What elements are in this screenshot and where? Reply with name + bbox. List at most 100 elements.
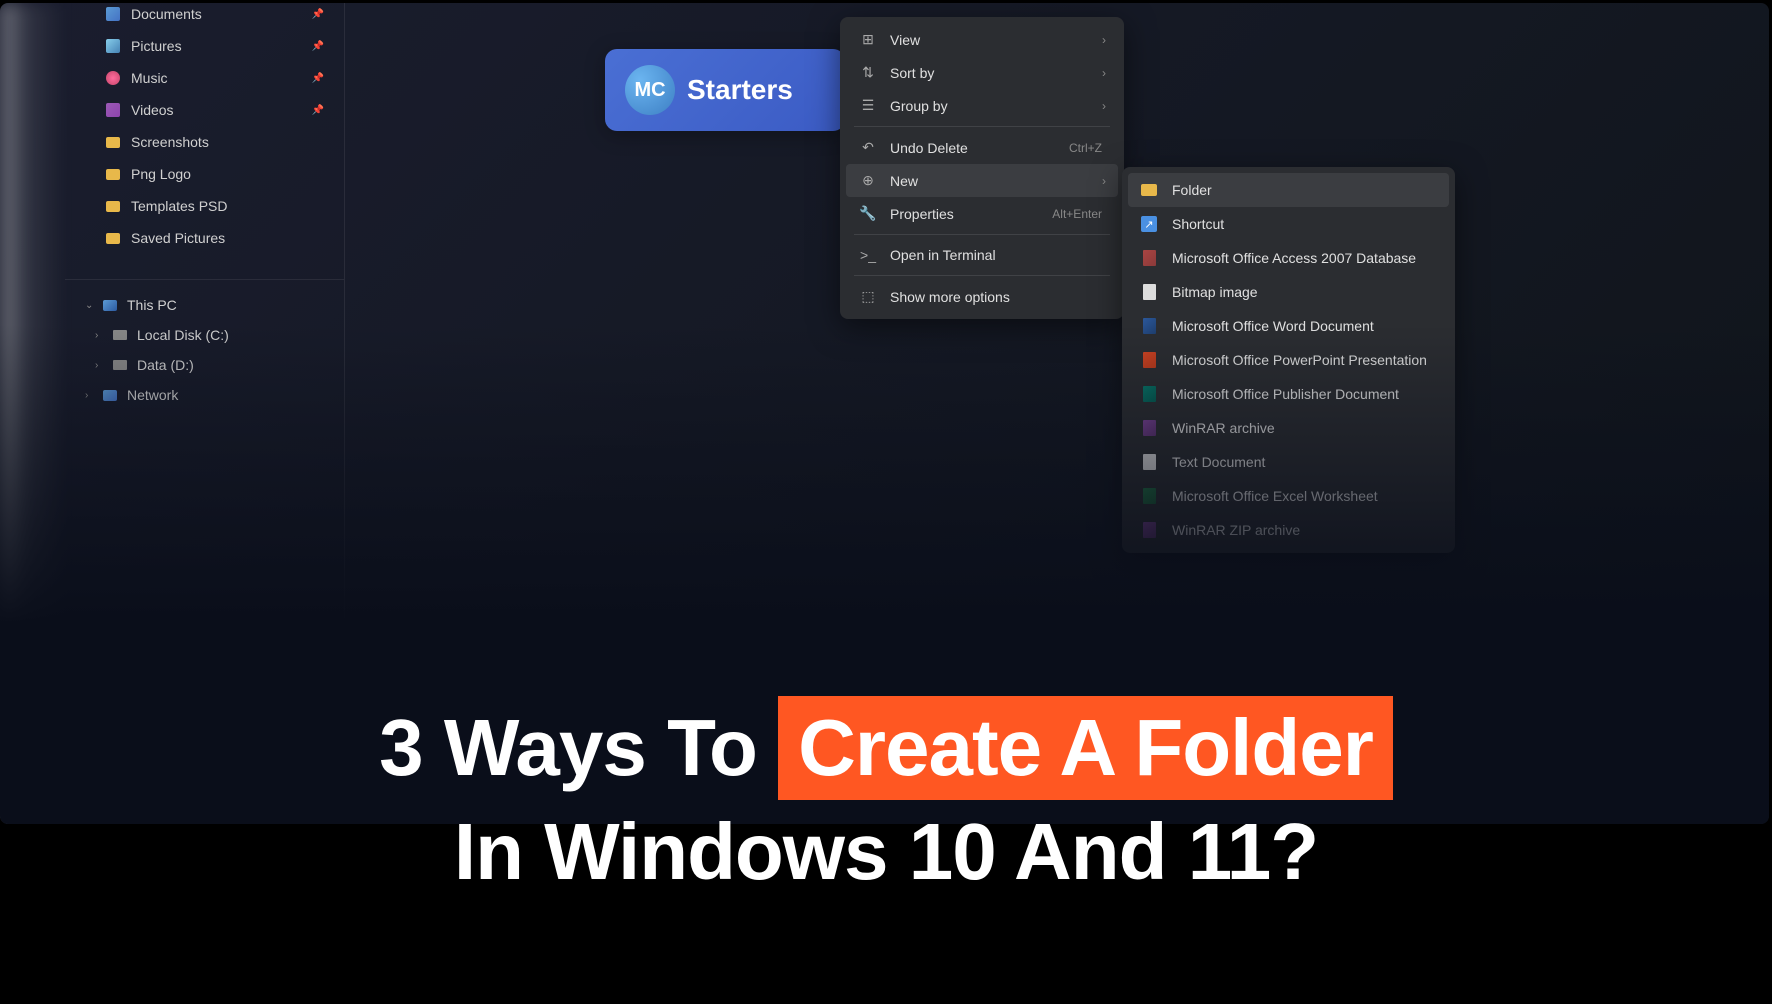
videos-icon	[105, 102, 121, 118]
sort-icon: ⇅	[858, 64, 878, 81]
submenu-item-winrar-zip[interactable]: WinRAR ZIP archive	[1128, 513, 1449, 547]
submenu-label: Microsoft Office Excel Worksheet	[1172, 488, 1378, 504]
menu-label: Undo Delete	[890, 140, 1069, 156]
title-highlight: Create A Folder	[778, 696, 1393, 800]
menu-item-view[interactable]: ⊞ View ›	[846, 23, 1118, 56]
tree-item-local-disk[interactable]: › Local Disk (C:)	[65, 320, 344, 350]
tree-item-network[interactable]: › Network	[65, 380, 344, 410]
pin-icon: 📌	[312, 73, 324, 84]
view-icon: ⊞	[858, 31, 878, 48]
pin-icon: 📌	[312, 105, 324, 116]
tree-label: Local Disk (C:)	[137, 327, 229, 343]
tree-item-data-disk[interactable]: › Data (D:)	[65, 350, 344, 380]
folder-icon	[1140, 181, 1158, 199]
submenu-label: Microsoft Office Publisher Document	[1172, 386, 1399, 402]
menu-item-open-terminal[interactable]: >_ Open in Terminal	[846, 239, 1118, 271]
tree-label: Network	[127, 387, 178, 403]
submenu-item-bitmap[interactable]: Bitmap image	[1128, 275, 1449, 309]
access-icon	[1140, 249, 1158, 267]
submenu-item-word[interactable]: Microsoft Office Word Document	[1128, 309, 1449, 343]
new-icon: ⊕	[858, 172, 878, 189]
sidebar-label: Screenshots	[131, 134, 209, 150]
menu-label: Open in Terminal	[890, 247, 1106, 263]
chevron-right-icon: ›	[95, 360, 113, 371]
chevron-right-icon: ›	[1102, 174, 1106, 188]
network-icon	[103, 390, 117, 401]
folder-icon	[105, 198, 121, 214]
sidebar-label: Music	[131, 70, 168, 86]
sidebar-item-png-logo[interactable]: Png Logo	[65, 158, 344, 190]
menu-label: Properties	[890, 206, 1052, 222]
new-submenu: Folder ↗ Shortcut Microsoft Office Acces…	[1122, 167, 1455, 553]
submenu-item-shortcut[interactable]: ↗ Shortcut	[1128, 207, 1449, 241]
sidebar-item-saved-pictures[interactable]: Saved Pictures	[65, 222, 344, 254]
sidebar-label: Png Logo	[131, 166, 191, 182]
pictures-icon	[105, 38, 121, 54]
submenu-item-folder[interactable]: Folder	[1128, 173, 1449, 207]
menu-label: New	[890, 173, 1102, 189]
menu-label: Sort by	[890, 65, 1102, 81]
terminal-icon: >_	[858, 247, 878, 263]
logo-initials: MC	[634, 79, 665, 102]
sidebar-item-documents[interactable]: Documents 📌	[65, 3, 344, 30]
folder-icon	[105, 230, 121, 246]
chevron-right-icon: ›	[1102, 66, 1106, 80]
menu-divider	[854, 234, 1110, 235]
submenu-item-text[interactable]: Text Document	[1128, 445, 1449, 479]
pin-icon: 📌	[312, 9, 324, 20]
menu-item-properties[interactable]: 🔧 Properties Alt+Enter	[846, 197, 1118, 230]
sidebar-item-music[interactable]: Music 📌	[65, 62, 344, 94]
pin-icon: 📌	[312, 41, 324, 52]
tree-item-this-pc[interactable]: ⌄ This PC	[65, 290, 344, 320]
title-text: 3 Ways To Create A Folder In Windows 10 …	[0, 696, 1772, 904]
chevron-right-icon: ›	[1102, 99, 1106, 113]
menu-divider	[854, 275, 1110, 276]
sidebar-item-videos[interactable]: Videos 📌	[65, 94, 344, 126]
menu-shortcut: Ctrl+Z	[1069, 141, 1102, 155]
submenu-item-excel[interactable]: Microsoft Office Excel Worksheet	[1128, 479, 1449, 513]
bitmap-icon	[1140, 283, 1158, 301]
submenu-label: Text Document	[1172, 454, 1265, 470]
submenu-label: WinRAR ZIP archive	[1172, 522, 1300, 538]
submenu-item-powerpoint[interactable]: Microsoft Office PowerPoint Presentation	[1128, 343, 1449, 377]
title-line2: In Windows 10 And 11?	[454, 807, 1318, 896]
sidebar-label: Documents	[131, 6, 202, 22]
menu-label: Group by	[890, 98, 1102, 114]
more-icon: ⬚	[858, 288, 878, 305]
menu-item-sort-by[interactable]: ⇅ Sort by ›	[846, 56, 1118, 89]
winrar-icon	[1140, 419, 1158, 437]
mc-starters-logo: MC Starters	[605, 49, 845, 131]
group-icon: ☰	[858, 97, 878, 114]
publisher-icon	[1140, 385, 1158, 403]
powerpoint-icon	[1140, 351, 1158, 369]
word-icon	[1140, 317, 1158, 335]
text-icon	[1140, 453, 1158, 471]
folder-icon	[105, 134, 121, 150]
menu-item-group-by[interactable]: ☰ Group by ›	[846, 89, 1118, 122]
menu-item-new[interactable]: ⊕ New ›	[846, 164, 1118, 197]
menu-divider	[854, 126, 1110, 127]
music-icon	[105, 70, 121, 86]
submenu-label: Microsoft Office Word Document	[1172, 318, 1374, 334]
context-menu: ⊞ View › ⇅ Sort by › ☰ Group by › ↶ Undo…	[840, 17, 1124, 319]
pc-icon	[103, 300, 117, 311]
sidebar-item-templates[interactable]: Templates PSD	[65, 190, 344, 222]
menu-label: Show more options	[890, 289, 1106, 305]
submenu-item-access[interactable]: Microsoft Office Access 2007 Database	[1128, 241, 1449, 275]
tree-label: This PC	[127, 297, 177, 313]
documents-icon	[105, 6, 121, 22]
folder-icon	[105, 166, 121, 182]
shortcut-icon: ↗	[1140, 215, 1158, 233]
submenu-item-winrar[interactable]: WinRAR archive	[1128, 411, 1449, 445]
sidebar-item-screenshots[interactable]: Screenshots	[65, 126, 344, 158]
chevron-right-icon: ›	[95, 330, 113, 341]
submenu-label: WinRAR archive	[1172, 420, 1275, 436]
menu-item-show-more[interactable]: ⬚ Show more options	[846, 280, 1118, 313]
winrar-zip-icon	[1140, 521, 1158, 539]
tree-label: Data (D:)	[137, 357, 194, 373]
menu-item-undo-delete[interactable]: ↶ Undo Delete Ctrl+Z	[846, 131, 1118, 164]
sidebar-item-pictures[interactable]: Pictures 📌	[65, 30, 344, 62]
menu-label: View	[890, 32, 1102, 48]
submenu-item-publisher[interactable]: Microsoft Office Publisher Document	[1128, 377, 1449, 411]
undo-icon: ↶	[858, 139, 878, 156]
